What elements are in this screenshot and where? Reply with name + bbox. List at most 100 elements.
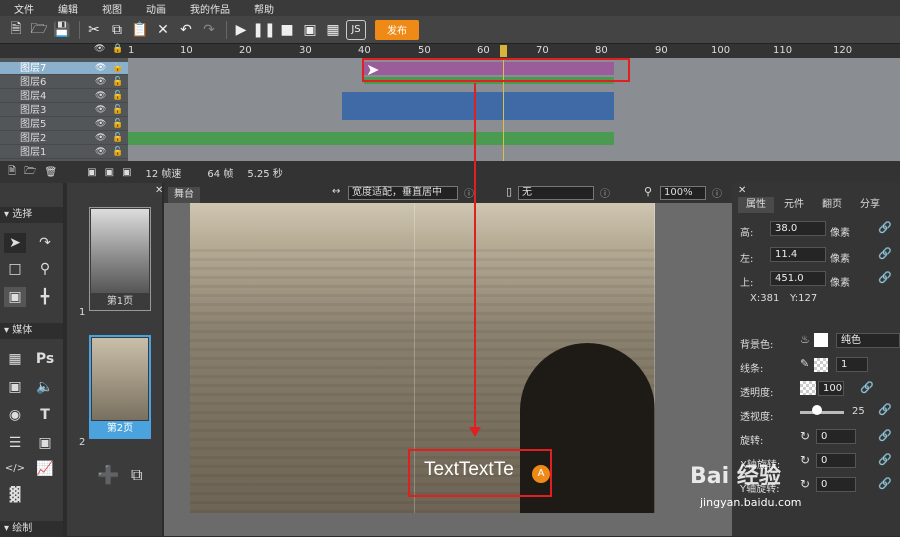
- lock-icon[interactable]: 🔓: [112, 146, 123, 159]
- playhead-marker[interactable]: [500, 45, 507, 57]
- layer-row[interactable]: 图层4 👁 🔓: [0, 90, 128, 103]
- trash-icon[interactable]: 🗑: [44, 167, 57, 178]
- paint-bucket-icon[interactable]: ♨: [800, 333, 810, 346]
- eye-icon[interactable]: 👁: [95, 62, 106, 75]
- stage-text-element[interactable]: TextTextTe: [424, 459, 514, 481]
- section-select[interactable]: ▾ 选择: [0, 207, 63, 223]
- tab-share[interactable]: 分享: [852, 197, 888, 213]
- lock-icon[interactable]: 🔓: [112, 62, 123, 75]
- layer-row[interactable]: 图层7 👁 🔓: [0, 62, 128, 75]
- layer-row[interactable]: 图层3 👁 🔓: [0, 104, 128, 117]
- add-layer-icon[interactable]: 🗎: [8, 164, 16, 181]
- close-icon[interactable]: ✕: [738, 185, 746, 196]
- layer-row[interactable]: 图层6 👁 🔓: [0, 76, 128, 89]
- bg-mode-select[interactable]: 纯色: [836, 333, 900, 348]
- link-icon[interactable]: 🔗: [878, 403, 892, 416]
- add-page-icon[interactable]: ➕: [97, 465, 119, 486]
- eye-icon[interactable]: 👁: [95, 146, 106, 159]
- undo-icon[interactable]: ↶: [176, 20, 196, 40]
- section-draw[interactable]: ▾ 绘制: [0, 521, 63, 537]
- link-icon[interactable]: 🔗: [878, 453, 892, 466]
- open-folder-icon[interactable]: 🗁: [29, 20, 49, 40]
- menu-my-works[interactable]: 我的作品: [190, 1, 230, 16]
- chart-icon[interactable]: 📈: [34, 459, 56, 479]
- stage-canvas[interactable]: TextTextTe A: [164, 83, 732, 536]
- stroke-color-swatch[interactable]: [814, 358, 828, 372]
- eye-icon[interactable]: 👁: [95, 76, 106, 89]
- eye-icon[interactable]: 👁: [95, 90, 106, 103]
- text-icon[interactable]: T: [34, 405, 56, 425]
- grid-icon[interactable]: ▦: [4, 349, 26, 369]
- stage-icon[interactable]: ▣: [4, 287, 26, 307]
- zoom-select[interactable]: 100%: [660, 186, 706, 200]
- import-page-icon[interactable]: ⧉: [131, 465, 142, 485]
- script-icon[interactable]: JS: [346, 19, 366, 40]
- play-icon[interactable]: ▶: [231, 20, 251, 40]
- layer-row[interactable]: 图层2 👁 🔓: [0, 132, 128, 145]
- image-icon[interactable]: ▣: [4, 377, 26, 397]
- video-icon[interactable]: ◉: [4, 405, 26, 425]
- opacity-input[interactable]: 100: [818, 381, 844, 396]
- qrcode-icon[interactable]: ▦: [323, 20, 343, 40]
- link-icon[interactable]: 🔗: [878, 221, 892, 234]
- layer-row[interactable]: 图层1 👁 🔓: [0, 146, 128, 159]
- section-media[interactable]: ▾ 媒体: [0, 323, 63, 339]
- rotate-y-input[interactable]: 0: [816, 477, 856, 492]
- tab-stage[interactable]: 舞台: [168, 187, 200, 203]
- menu-file[interactable]: 文件: [14, 1, 34, 16]
- folder-icon[interactable]: 🗁: [24, 164, 36, 181]
- publish-button[interactable]: 发布: [375, 19, 419, 40]
- link-icon[interactable]: 🔗: [878, 429, 892, 442]
- lock-icon[interactable]: 🔓: [112, 132, 123, 145]
- stop-icon[interactable]: ■: [277, 20, 297, 40]
- arrow-icon[interactable]: ➤: [4, 233, 26, 253]
- link-icon[interactable]: 🔗: [878, 477, 892, 490]
- layer-row[interactable]: 图层5 👁 🔓: [0, 118, 128, 131]
- lock-icon[interactable]: 🔓: [112, 76, 123, 89]
- menu-view[interactable]: 视图: [102, 1, 122, 16]
- rotate-x-input[interactable]: 0: [816, 453, 856, 468]
- path-icon[interactable]: ↷: [34, 233, 56, 253]
- barcode-icon[interactable]: ▓: [4, 485, 26, 505]
- blur-slider-handle[interactable]: [812, 405, 822, 415]
- keyframe-bar-layer4[interactable]: [342, 92, 614, 120]
- redo-icon[interactable]: ↷: [199, 20, 219, 40]
- tab-pageflip[interactable]: 翻页: [814, 197, 850, 213]
- page-thumbnail[interactable]: 第2页: [89, 335, 151, 439]
- stroke-width-input[interactable]: 1: [836, 357, 868, 372]
- eye-icon[interactable]: 👁: [95, 132, 106, 145]
- transform-icon[interactable]: □: [4, 259, 26, 279]
- link-icon[interactable]: 🔗: [878, 271, 892, 284]
- bg-color-swatch[interactable]: [814, 333, 828, 347]
- save-icon[interactable]: 💾: [52, 20, 72, 40]
- audio-icon[interactable]: 🔈: [34, 377, 56, 397]
- frame-icon[interactable]: ▣: [122, 167, 131, 178]
- code-icon[interactable]: </>: [4, 459, 26, 479]
- lock-icon[interactable]: 🔒: [112, 44, 123, 54]
- height-input[interactable]: 38.0: [770, 221, 826, 236]
- lock-icon[interactable]: 🔓: [112, 104, 123, 117]
- link-icon[interactable]: 🔗: [878, 247, 892, 260]
- eye-icon[interactable]: 👁: [94, 44, 105, 54]
- close-icon[interactable]: ✕: [155, 185, 163, 196]
- rotate-input[interactable]: 0: [816, 429, 856, 444]
- new-file-icon[interactable]: 🗎: [6, 20, 26, 40]
- keyframe-bar-layer2[interactable]: [128, 132, 614, 145]
- frame-area[interactable]: ➤: [128, 58, 900, 161]
- menu-edit[interactable]: 编辑: [58, 1, 78, 16]
- eye-icon[interactable]: 👁: [95, 104, 106, 117]
- paste-icon[interactable]: 📋: [130, 20, 150, 40]
- guide-icon[interactable]: ╋: [34, 287, 56, 307]
- lock-icon[interactable]: 🔓: [112, 118, 123, 131]
- link-icon[interactable]: 🔗: [860, 381, 874, 394]
- menu-animation[interactable]: 动画: [146, 1, 166, 16]
- device-select[interactable]: 无: [518, 186, 594, 200]
- zoom-icon[interactable]: ⚲: [34, 259, 56, 279]
- ps-icon[interactable]: Ps: [34, 349, 56, 369]
- help-icon[interactable]: ⓘ: [600, 185, 610, 200]
- frame-icon[interactable]: ▣: [105, 167, 114, 178]
- pause-icon[interactable]: ❚❚: [252, 20, 275, 40]
- tab-components[interactable]: 元件: [776, 197, 812, 213]
- eye-icon[interactable]: 👁: [95, 118, 106, 131]
- menu-help[interactable]: 帮助: [254, 1, 274, 16]
